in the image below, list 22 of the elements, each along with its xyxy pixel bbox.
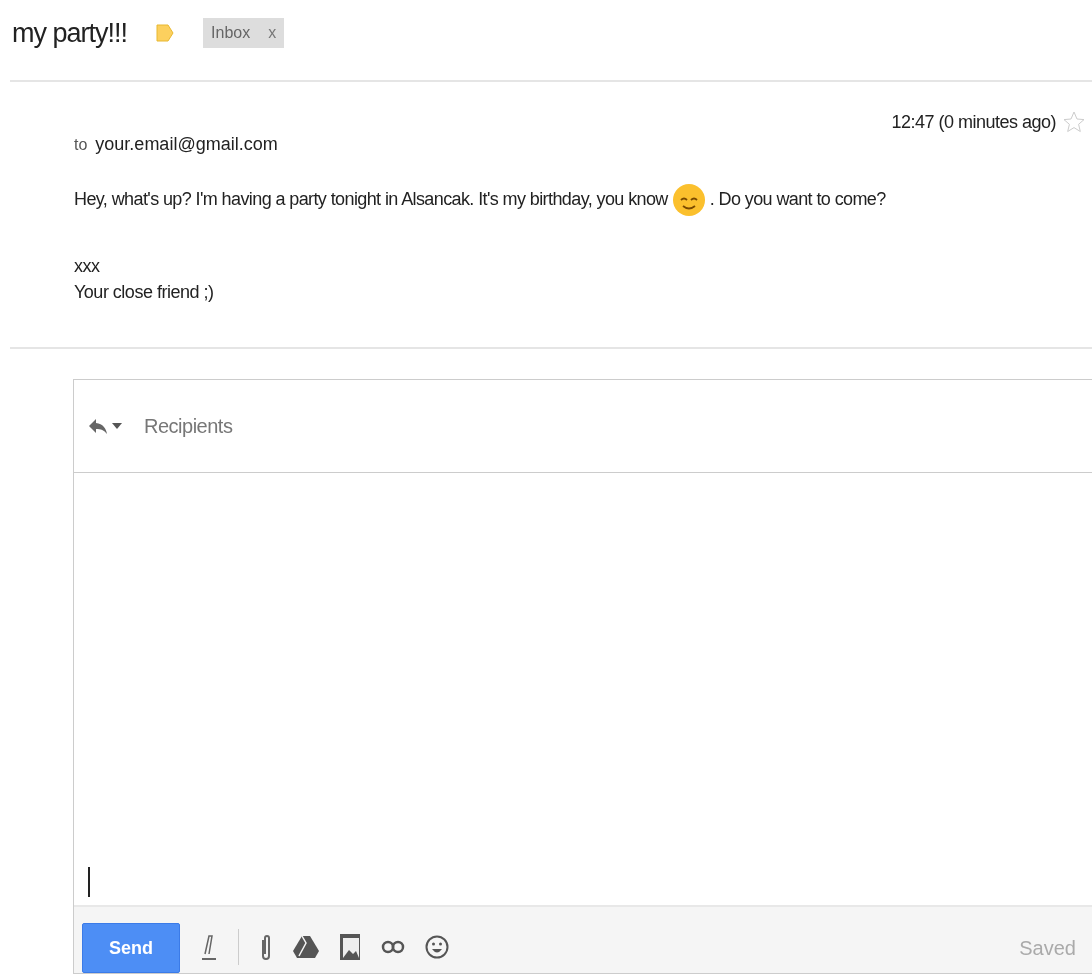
remove-label-button[interactable]: x [268, 24, 277, 42]
caret-icon [112, 423, 122, 429]
message-time: 12:47 (0 minutes ago) [891, 111, 1056, 133]
message-text: Hey, what's up? I'm having a party tonight in Alsancak. It's my birthday, you know [74, 188, 668, 210]
email-subject: my party!!! [12, 17, 128, 49]
recipient-address: your.email@gmail.com [95, 134, 278, 155]
reply-arrow-icon [88, 417, 108, 435]
image-icon[interactable] [339, 933, 361, 961]
paperclip-icon[interactable] [259, 932, 273, 962]
saved-status: Saved [1019, 936, 1076, 960]
message-text: . Do you want to come? [709, 188, 886, 210]
label-name: Inbox [211, 24, 251, 42]
reply-type-button[interactable] [88, 417, 122, 435]
send-button[interactable]: Send [82, 923, 180, 973]
link-icon[interactable] [381, 940, 405, 954]
star-icon[interactable] [1062, 110, 1086, 134]
to-label: to [74, 136, 88, 154]
emoji-icon[interactable] [425, 934, 449, 960]
signature-line: Your close friend ;) [74, 281, 215, 304]
drive-icon[interactable] [293, 935, 319, 959]
smiley-icon [671, 181, 706, 217]
signature-line: xxx [74, 255, 101, 278]
